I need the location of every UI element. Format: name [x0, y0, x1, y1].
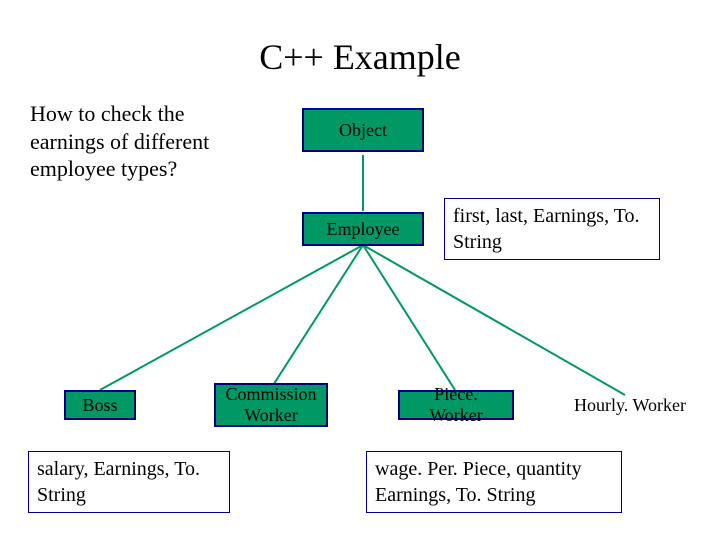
annotation-piece: wage. Per. Piece, quantity Earnings, To.…	[366, 451, 622, 513]
node-piece-worker: Piece. Worker	[398, 390, 514, 420]
slide-title: C++ Example	[0, 36, 720, 78]
question-text: How to check the earnings of different e…	[30, 100, 260, 183]
node-object: Object	[302, 108, 424, 152]
annotation-employee: first, last, Earnings, To. String	[444, 198, 660, 260]
node-boss: Boss	[64, 390, 136, 420]
node-hourly-worker: Hourly. Worker	[565, 392, 695, 418]
node-employee: Employee	[302, 212, 424, 246]
annotation-boss: salary, Earnings, To. String	[28, 451, 230, 513]
node-commission-worker: Commission Worker	[214, 383, 328, 427]
